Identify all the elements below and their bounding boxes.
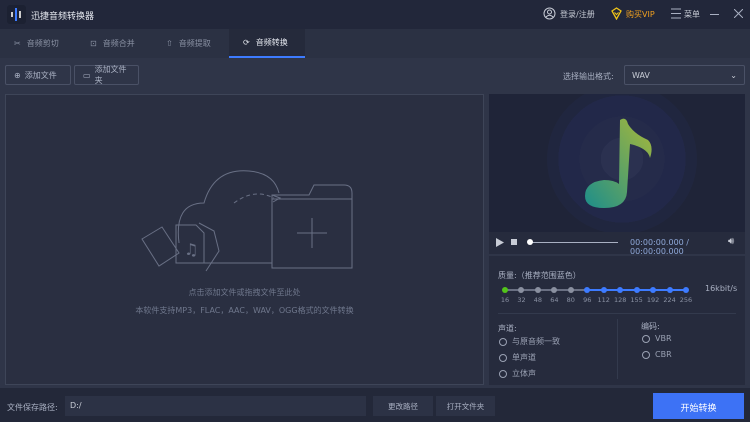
encoding-option-vbr[interactable]: VBR (642, 334, 672, 343)
preview-area (489, 94, 745, 232)
open-folder-label: 打开文件夹 (446, 402, 485, 411)
menu-label: 菜单 (684, 10, 700, 19)
quality-tick-dot[interactable] (567, 287, 574, 293)
menu-icon (671, 8, 681, 21)
tab-audio-convert[interactable]: ⟳ 音频转换 (229, 29, 305, 58)
tab-label: 音频剪切 (26, 39, 59, 48)
channel-option-original[interactable]: 与原音频一致 (499, 336, 560, 347)
encoding-label: 编码: (641, 322, 660, 331)
chevron-down-icon: ⌄ (730, 71, 737, 80)
diamond-icon (610, 7, 623, 22)
seek-slider[interactable] (529, 242, 618, 243)
merge-icon: ⊡ (90, 39, 97, 48)
close-button[interactable] (733, 8, 744, 20)
app-logo-icon (7, 5, 26, 24)
login-button[interactable]: 登录/注册 (543, 7, 595, 22)
title-bar: 迅捷音频转换器 登录/注册 购买VIP 菜单 (0, 0, 750, 29)
quality-track-gray (505, 289, 588, 291)
quality-tick-dot[interactable] (650, 287, 657, 293)
music-note-icon (585, 118, 652, 208)
drop-zone[interactable]: ♫ 点击添加文件或拖拽文件至此处 本软件支持MP3，FLAC，AAC，WAV，O… (5, 94, 484, 385)
quality-tick-dot[interactable] (534, 287, 541, 293)
format-value: WAV (632, 71, 650, 80)
tab-audio-merge[interactable]: ⊡ 音频合并 (76, 29, 152, 58)
divider (498, 313, 736, 314)
current-time: 00:00:00.000 (630, 238, 684, 247)
settings-panel: 质量:（推荐范围蓝色） 16kbit/s 声道: 与原音频一致 单声道 立体声 … (489, 256, 745, 385)
tab-audio-extract[interactable]: ⇧ 音频提取 (152, 29, 228, 58)
plus-circle-icon: ⊕ (14, 70, 21, 80)
svg-text:♫: ♫ (184, 240, 198, 259)
vip-label: 购买VIP (626, 10, 655, 19)
quality-tick-dot[interactable] (617, 287, 624, 293)
add-file-label: 添加文件 (24, 70, 57, 80)
bottom-bar: 文件保存路径: D:/ 更改路径 打开文件夹 开始转换 (0, 388, 750, 422)
seek-handle[interactable] (527, 239, 533, 245)
quality-tick-dot[interactable] (551, 287, 558, 293)
user-icon (543, 7, 556, 22)
drop-illustration-icon: ♫ (141, 170, 353, 272)
quality-tick-dot[interactable] (584, 287, 591, 293)
scissors-icon: ✂ (14, 39, 21, 48)
drop-hint: 点击添加文件或拖拽文件至此处 (188, 288, 301, 297)
volume-icon[interactable]: 🔊︎ (728, 236, 734, 247)
divider (617, 319, 618, 379)
stop-button[interactable] (511, 239, 517, 245)
add-folder-label: 添加文件夹 (94, 65, 127, 85)
tab-label: 音频提取 (178, 39, 211, 48)
quality-tick-dot[interactable] (600, 287, 607, 293)
radio-label: VBR (655, 334, 672, 343)
radio-label: 与原音频一致 (512, 337, 560, 346)
quality-tick-dot[interactable] (502, 287, 508, 293)
format-label: 选择输出格式: (563, 72, 614, 81)
radio-label: CBR (655, 350, 672, 359)
quality-tick-label: 256 (679, 296, 693, 304)
save-path-input[interactable]: D:/ (65, 396, 366, 416)
tab-label: 音频转换 (255, 38, 288, 47)
player-controls: 00:00:00.000 / 00:00:00.000 🔊︎ (489, 232, 745, 256)
quality-readout: 16kbit/s (705, 284, 738, 293)
folder-icon: ▭ (83, 70, 91, 80)
radio-label: 立体声 (512, 369, 536, 378)
tab-label: 音频合并 (102, 39, 135, 48)
login-label: 登录/注册 (560, 10, 595, 19)
start-convert-button[interactable]: 开始转换 (653, 393, 744, 419)
format-select[interactable]: WAV ⌄ (624, 65, 745, 85)
total-time: 00:00:00.000 (630, 247, 684, 256)
menu-button[interactable]: 菜单 (671, 8, 700, 21)
supported-formats-text: 本软件支持MP3，FLAC，AAC，WAV，OGG格式的文件转换 (135, 306, 354, 315)
tab-bar: ✂ 音频剪切 ⊡ 音频合并 ⇧ 音频提取 ⟳ 音频转换 (0, 29, 750, 58)
channel-option-mono[interactable]: 单声道 (499, 352, 536, 363)
channel-label: 声道: (498, 324, 517, 333)
encoding-option-cbr[interactable]: CBR (642, 350, 672, 359)
save-path-value: D:/ (70, 401, 82, 410)
app-title: 迅捷音频转换器 (31, 12, 95, 22)
change-path-label: 更改路径 (388, 402, 418, 411)
quality-tick-dot[interactable] (666, 287, 673, 293)
change-path-button[interactable]: 更改路径 (373, 396, 433, 416)
channel-option-stereo[interactable]: 立体声 (499, 368, 536, 379)
quality-label: 质量:（推荐范围蓝色） (498, 271, 581, 280)
upload-icon: ⇧ (166, 39, 173, 48)
quality-tick-dot[interactable] (518, 287, 525, 293)
start-convert-label: 开始转换 (680, 404, 717, 414)
play-button[interactable] (496, 238, 504, 249)
refresh-icon: ⟳ (243, 38, 250, 47)
time-separator: / (683, 238, 689, 247)
quality-tick-dot[interactable] (633, 287, 640, 293)
quality-tick-dot[interactable] (683, 287, 689, 293)
tab-audio-cut[interactable]: ✂ 音频剪切 (0, 29, 76, 58)
minimize-button[interactable] (710, 14, 719, 15)
buy-vip-button[interactable]: 购买VIP (610, 7, 655, 22)
save-path-label: 文件保存路径: (7, 403, 58, 412)
radio-label: 单声道 (512, 353, 536, 362)
open-folder-button[interactable]: 打开文件夹 (436, 396, 495, 416)
add-folder-button[interactable]: ▭ 添加文件夹 (74, 65, 139, 85)
add-file-button[interactable]: ⊕ 添加文件 (5, 65, 71, 85)
